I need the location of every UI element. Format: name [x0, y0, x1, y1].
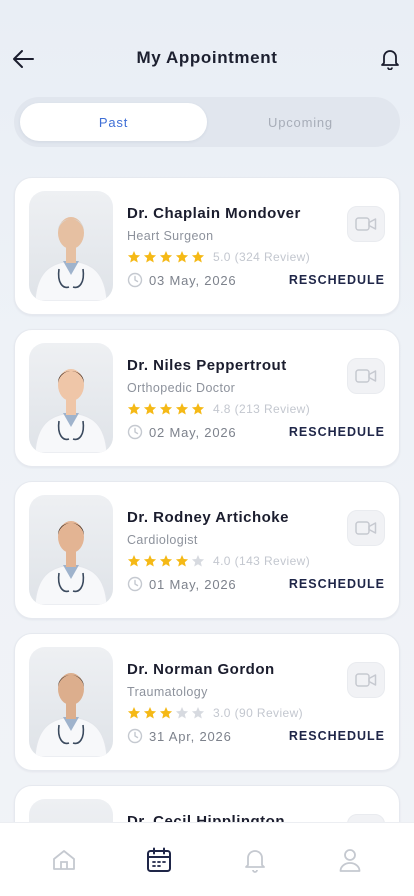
tab-past[interactable]: Past: [20, 103, 207, 141]
reschedule-button[interactable]: RESCHEDULE: [289, 577, 385, 591]
star-icon: [191, 251, 205, 263]
star-icon: [191, 403, 205, 415]
video-camera-icon: [355, 217, 377, 231]
star-icon: [127, 403, 141, 415]
video-call-button[interactable]: [347, 510, 385, 546]
star-icon: [159, 403, 173, 415]
clock-icon: [127, 728, 143, 744]
star-icon: [159, 555, 173, 567]
home-icon: [52, 849, 75, 870]
star-icon: [143, 251, 157, 263]
nav-profile[interactable]: [324, 834, 376, 886]
rating: 4.8 (213 Review): [127, 402, 310, 416]
app-header: My Appointment: [0, 0, 414, 100]
video-camera-icon: [355, 673, 377, 687]
doctor-name: Dr. Chaplain Mondover: [127, 205, 301, 222]
star-icon: [175, 707, 189, 719]
reschedule-button[interactable]: RESCHEDULE: [289, 425, 385, 439]
doctor-specialty: Orthopedic Doctor: [127, 381, 236, 395]
video-call-button[interactable]: [347, 358, 385, 394]
rating-value: 5.0: [213, 250, 231, 264]
star-icon: [175, 403, 189, 415]
rating-value: 4.0: [213, 554, 231, 568]
video-camera-icon: [355, 521, 377, 535]
appointment-card[interactable]: Dr. Niles Peppertrout Orthopedic Doctor …: [14, 329, 400, 467]
date-text: 31 Apr, 2026: [149, 728, 232, 744]
review-count: (324 Review): [234, 250, 311, 264]
tab-upcoming[interactable]: Upcoming: [207, 103, 394, 141]
page-title: My Appointment: [136, 48, 278, 67]
star-icon: [175, 555, 189, 567]
doctor-photo: [29, 647, 113, 757]
appointment-list: Dr. Chaplain Mondover Heart Surgeon 5.0 …: [14, 177, 400, 896]
star-icon: [127, 251, 141, 263]
star-icon: [143, 403, 157, 415]
appointment-date: 01 May, 2026: [127, 576, 236, 592]
star-icon: [191, 555, 205, 567]
rating: 4.0 (143 Review): [127, 554, 310, 568]
star-icon: [127, 555, 141, 567]
doctor-photo: [29, 495, 113, 605]
nav-notifications[interactable]: [229, 834, 281, 886]
doctor-specialty: Heart Surgeon: [127, 229, 214, 243]
doctor-photo: [29, 343, 113, 453]
doctor-specialty: Traumatology: [127, 685, 208, 699]
bell-icon: [244, 849, 265, 873]
appointment-card[interactable]: Dr. Rodney Artichoke Cardiologist 4.0 (1…: [14, 481, 400, 619]
doctor-name: Dr. Norman Gordon: [127, 661, 275, 678]
star-icon: [191, 707, 205, 719]
rating-value: 3.0: [213, 706, 231, 720]
video-camera-icon: [355, 369, 377, 383]
nav-home[interactable]: [38, 834, 90, 886]
calendar-icon: [147, 847, 172, 872]
rating: 3.0 (90 Review): [127, 706, 303, 720]
doctor-photo: [29, 191, 113, 301]
star-icon: [175, 251, 189, 263]
star-icon: [159, 251, 173, 263]
appointment-date: 31 Apr, 2026: [127, 728, 232, 744]
appointment-date: 02 May, 2026: [127, 424, 236, 440]
review-count: (143 Review): [234, 554, 311, 568]
rating: 5.0 (324 Review): [127, 250, 310, 264]
doctor-name: Dr. Rodney Artichoke: [127, 509, 289, 526]
review-count: (90 Review): [234, 706, 304, 720]
video-call-button[interactable]: [347, 662, 385, 698]
appointment-card[interactable]: Dr. Chaplain Mondover Heart Surgeon 5.0 …: [14, 177, 400, 315]
bell-icon: [381, 50, 399, 70]
appointment-date: 03 May, 2026: [127, 272, 236, 288]
doctor-specialty: Cardiologist: [127, 533, 198, 547]
appointment-card[interactable]: Dr. Norman Gordon Traumatology 3.0 (90 R…: [14, 633, 400, 771]
star-icon: [127, 707, 141, 719]
date-text: 02 May, 2026: [149, 424, 237, 440]
date-text: 01 May, 2026: [149, 576, 237, 592]
star-icon: [143, 707, 157, 719]
star-icon: [143, 555, 157, 567]
reschedule-button[interactable]: RESCHEDULE: [289, 729, 385, 743]
notification-button[interactable]: [378, 46, 402, 72]
video-call-button[interactable]: [347, 206, 385, 242]
clock-icon: [127, 576, 143, 592]
date-text: 03 May, 2026: [149, 272, 237, 288]
appointment-tabs: Past Upcoming: [14, 97, 400, 147]
nav-appointments[interactable]: [133, 834, 185, 886]
clock-icon: [127, 424, 143, 440]
profile-icon: [339, 848, 361, 872]
clock-icon: [127, 272, 143, 288]
doctor-name: Dr. Niles Peppertrout: [127, 357, 287, 374]
bottom-navigation: [0, 822, 414, 896]
reschedule-button[interactable]: RESCHEDULE: [289, 273, 385, 287]
review-count: (213 Review): [234, 402, 311, 416]
rating-value: 4.8: [213, 402, 231, 416]
star-icon: [159, 707, 173, 719]
